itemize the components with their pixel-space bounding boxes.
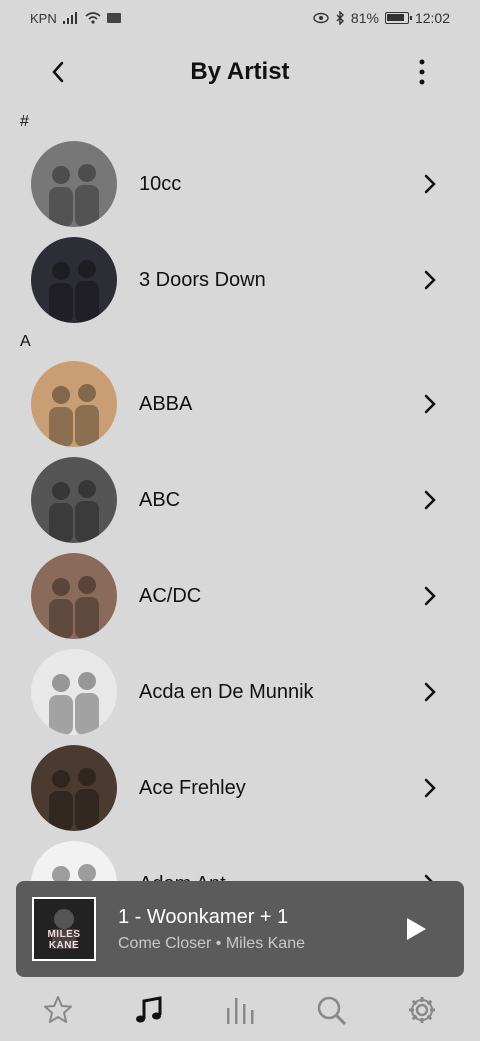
artist-row[interactable]: Ace Frehley — [0, 740, 480, 836]
bottom-nav — [0, 985, 480, 1035]
nav-favorites[interactable] — [38, 990, 78, 1030]
wifi-icon — [85, 12, 101, 24]
artist-row[interactable]: ABBA — [0, 356, 480, 452]
artist-avatar — [31, 237, 117, 323]
more-options-button[interactable] — [404, 54, 440, 90]
star-icon — [43, 996, 72, 1023]
mini-player[interactable]: MILES KANE 1 - Woonkamer + 1 Come Closer… — [16, 881, 464, 977]
chevron-right-icon — [418, 584, 442, 608]
nav-rooms[interactable] — [220, 990, 260, 1030]
eye-icon — [313, 12, 329, 24]
clock: 12:02 — [414, 10, 450, 26]
artist-avatar — [31, 649, 117, 735]
battery-percent: 81% — [350, 10, 379, 26]
artist-avatar — [31, 457, 117, 543]
page-title: By Artist — [190, 58, 290, 85]
now-playing-track: Come Closer • Miles Kane — [118, 934, 305, 952]
nav-music[interactable] — [129, 990, 169, 1030]
gear-icon — [409, 997, 436, 1023]
chevron-right-icon — [418, 172, 442, 196]
chevron-right-icon — [418, 776, 442, 800]
play-icon — [407, 918, 426, 940]
artist-row[interactable]: 3 Doors Down — [0, 232, 480, 328]
back-button[interactable] — [40, 54, 76, 90]
nfc-icon — [106, 13, 121, 23]
artist-row[interactable]: ABC — [0, 452, 480, 548]
carrier-label: KPN — [30, 10, 57, 26]
status-right: 81% 12:02 — [313, 10, 450, 26]
more-vertical-icon — [419, 59, 425, 85]
equalizer-icon — [226, 998, 254, 1024]
signal-icon — [62, 12, 77, 24]
artist-avatar — [31, 361, 117, 447]
section-header: A — [20, 333, 31, 350]
chevron-right-icon — [418, 488, 442, 512]
artist-avatar — [31, 745, 117, 831]
album-art-text: MILES KANE — [47, 929, 81, 951]
artist-row[interactable]: 10cc — [0, 136, 480, 232]
search-icon — [317, 996, 347, 1026]
play-button[interactable] — [396, 909, 436, 949]
chevron-right-icon — [418, 680, 442, 704]
header: By Artist — [0, 40, 480, 104]
nav-settings[interactable] — [402, 990, 442, 1030]
album-art: MILES KANE — [32, 897, 96, 961]
nav-search[interactable] — [311, 990, 351, 1030]
chevron-right-icon — [418, 392, 442, 416]
status-left: KPN — [30, 11, 121, 26]
artist-row[interactable]: Acda en De Munnik — [0, 644, 480, 740]
status-bar: KPN 81% 12:02 — [0, 0, 480, 36]
mini-player-text: 1 - Woonkamer + 1 Come Closer • Miles Ka… — [118, 906, 396, 953]
battery-icon — [384, 12, 412, 24]
now-playing-room: 1 - Woonkamer + 1 — [118, 905, 289, 928]
artist-avatar — [31, 141, 117, 227]
section-header: # — [20, 113, 29, 130]
chevron-right-icon — [418, 268, 442, 292]
artist-list[interactable]: #10cc 3 Doors Down A ABBA ABC AC/DC Acda en De… — [0, 108, 480, 888]
artist-avatar — [31, 553, 117, 639]
bluetooth-icon — [336, 11, 344, 25]
artist-row[interactable]: AC/DC — [0, 548, 480, 644]
chevron-left-icon — [52, 61, 64, 83]
music-note-icon — [135, 996, 162, 1023]
